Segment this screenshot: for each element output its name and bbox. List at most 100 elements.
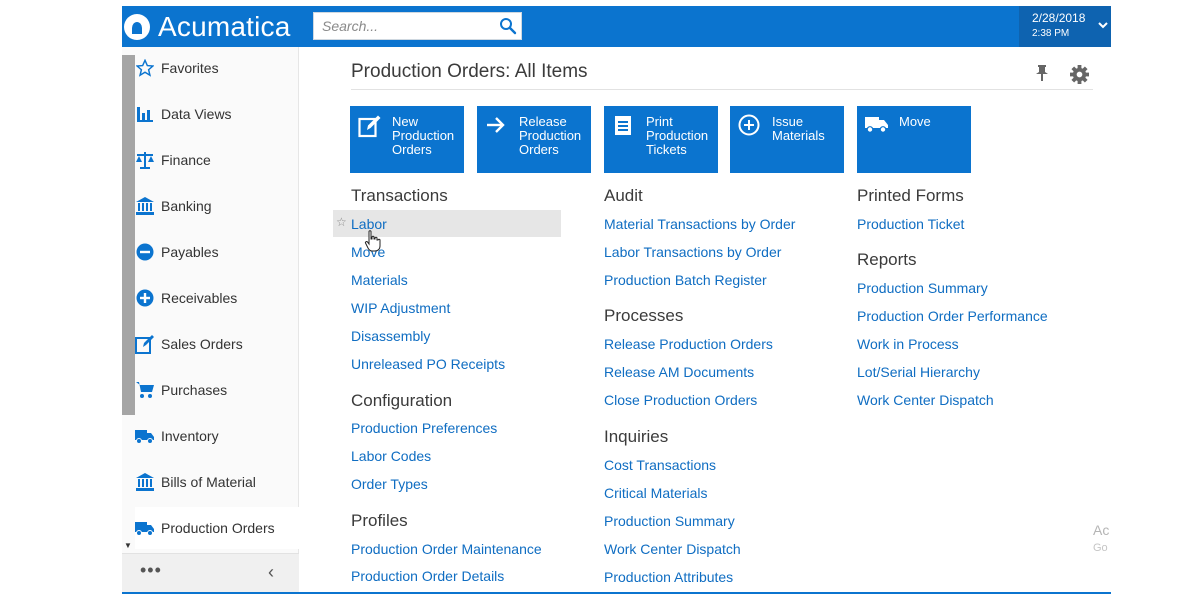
star-icon[interactable]: ☆ xyxy=(336,215,347,229)
section-title-inquiries: Inquiries xyxy=(604,427,669,446)
gear-icon[interactable] xyxy=(1070,65,1089,84)
tile-label: New Production Orders xyxy=(392,114,455,157)
sidebar-item-label: Purchases xyxy=(161,382,228,398)
link-wip-adjustment[interactable]: WIP Adjustment xyxy=(351,300,450,316)
scales-icon xyxy=(135,150,155,170)
scroll-down-arrow-icon[interactable]: ▼ xyxy=(124,541,132,550)
bottom-border xyxy=(122,592,1111,594)
link-production-batch-register[interactable]: Production Batch Register xyxy=(604,272,767,288)
cart-icon xyxy=(135,380,155,400)
plus-circle-icon xyxy=(135,288,155,308)
tile-move[interactable]: Move xyxy=(857,106,971,173)
section-title-audit: Audit xyxy=(604,186,643,205)
link-release-am-documents[interactable]: Release AM Documents xyxy=(604,364,754,380)
arrow-right-icon xyxy=(487,117,505,133)
page-title: Production Orders: All Items xyxy=(351,61,588,82)
link-production-preferences[interactable]: Production Preferences xyxy=(351,420,497,436)
link-production-order-maintenance[interactable]: Production Order Maintenance xyxy=(351,541,542,557)
link-work-in-process[interactable]: Work in Process xyxy=(857,336,959,352)
hand-cursor-icon xyxy=(364,230,381,252)
top-bar: Acumatica 2/28/2018 2:38 PM xyxy=(122,6,1111,47)
sidebar-item-label: Sales Orders xyxy=(161,336,243,352)
truck-icon xyxy=(865,117,888,133)
edit-icon xyxy=(135,334,155,354)
section-title-reports: Reports xyxy=(857,250,917,269)
sidebar-item-production-orders[interactable]: Production Orders xyxy=(135,507,299,549)
link-cost-transactions[interactable]: Cost Transactions xyxy=(604,457,716,473)
link-production-ticket[interactable]: Production Ticket xyxy=(857,216,964,232)
link-work-center-dispatch[interactable]: Work Center Dispatch xyxy=(604,541,741,557)
link-release-production-orders[interactable]: Release Production Orders xyxy=(604,336,773,352)
truck-icon xyxy=(135,518,155,538)
search-box xyxy=(313,12,522,40)
sidebar-scrollbar[interactable] xyxy=(122,55,135,415)
sidebar-item-banking[interactable]: Banking xyxy=(135,185,299,227)
link-disassembly[interactable]: Disassembly xyxy=(351,328,430,344)
sidebar-item-receivables[interactable]: Receivables xyxy=(135,277,299,319)
sidebar-item-finance[interactable]: Finance xyxy=(135,139,299,181)
link-close-production-orders[interactable]: Close Production Orders xyxy=(604,392,757,408)
link-production-summary[interactable]: Production Summary xyxy=(604,513,735,529)
sidebar-item-bills-of-material[interactable]: Bills of Material xyxy=(135,461,299,503)
tile-label: Move xyxy=(899,114,931,129)
sidebar-item-label: Receivables xyxy=(161,290,238,306)
more-icon[interactable]: ••• xyxy=(140,560,162,581)
tile-label: Print Production Tickets xyxy=(646,114,709,157)
link-production-order-performance[interactable]: Production Order Performance xyxy=(857,308,1048,324)
link-labor-codes[interactable]: Labor Codes xyxy=(351,448,431,464)
app-logo[interactable]: Acumatica xyxy=(122,6,291,47)
sidebar-item-purchases[interactable]: Purchases xyxy=(135,369,299,411)
document-icon xyxy=(615,116,631,135)
sidebar-item-label: Bills of Material xyxy=(161,474,256,490)
section-title-profiles: Profiles xyxy=(351,511,408,530)
sidebar-item-label: Inventory xyxy=(161,428,219,444)
link-unreleased-po-receipts[interactable]: Unreleased PO Receipts xyxy=(351,356,505,372)
section-title-processes: Processes xyxy=(604,306,684,325)
section-title-transactions: Transactions xyxy=(351,186,448,205)
sidebar-item-data-views[interactable]: Data Views xyxy=(135,93,299,135)
search-icon[interactable] xyxy=(499,17,517,35)
sidebar-item-sales-orders[interactable]: Sales Orders xyxy=(135,323,299,365)
tile-release-production-orders[interactable]: Release Production Orders xyxy=(477,106,591,173)
tile-label: Issue Materials xyxy=(772,114,825,143)
link-report-work-center-dispatch[interactable]: Work Center Dispatch xyxy=(857,392,994,408)
tile-issue-materials[interactable]: Issue Materials xyxy=(730,106,844,173)
collapse-sidebar-icon[interactable]: ‹ xyxy=(268,562,274,583)
edit-icon xyxy=(358,115,381,138)
business-date[interactable]: 2/28/2018 2:38 PM xyxy=(1019,6,1111,47)
sidebar-item-payables[interactable]: Payables xyxy=(135,231,299,273)
tile-print-production-tickets[interactable]: Print Production Tickets xyxy=(604,106,718,173)
search-input[interactable] xyxy=(320,17,500,35)
sidebar-item-label: Banking xyxy=(161,198,212,214)
sidebar-item-favorites[interactable]: Favorites xyxy=(135,47,299,89)
minus-circle-icon xyxy=(135,242,155,262)
link-materials[interactable]: Materials xyxy=(351,272,408,288)
link-material-transactions-by-order[interactable]: Material Transactions by Order xyxy=(604,216,795,232)
link-labor-transactions-by-order[interactable]: Labor Transactions by Order xyxy=(604,244,781,260)
acumatica-logo-icon xyxy=(124,13,150,40)
current-time: 2:38 PM xyxy=(1032,28,1070,39)
title-divider xyxy=(351,89,1093,90)
link-order-types[interactable]: Order Types xyxy=(351,476,428,492)
sidebar-footer: ••• ‹ xyxy=(122,553,299,594)
current-date: 2/28/2018 xyxy=(1032,11,1086,25)
tile-new-production-orders[interactable]: New Production Orders xyxy=(350,106,464,173)
activation-watermark-title: Ac xyxy=(1093,522,1110,538)
star-icon xyxy=(135,58,155,78)
sidebar-item-label: Favorites xyxy=(161,60,219,76)
sidebar-item-label: Production Orders xyxy=(161,520,275,536)
sidebar-item-label: Payables xyxy=(161,244,219,260)
plus-circle-icon xyxy=(738,114,760,136)
link-lot-serial-hierarchy[interactable]: Lot/Serial Hierarchy xyxy=(857,364,980,380)
bank-icon xyxy=(135,196,155,216)
chevron-down-icon[interactable] xyxy=(1097,20,1109,30)
link-report-production-summary[interactable]: Production Summary xyxy=(857,280,988,296)
sidebar-item-inventory[interactable]: Inventory xyxy=(135,415,299,457)
truck-icon xyxy=(135,426,155,446)
activation-watermark-subtitle: Go xyxy=(1093,542,1108,554)
tile-label: Release Production Orders xyxy=(519,114,582,157)
link-production-attributes[interactable]: Production Attributes xyxy=(604,569,733,585)
pin-icon[interactable] xyxy=(1034,64,1050,82)
link-critical-materials[interactable]: Critical Materials xyxy=(604,485,707,501)
link-production-order-details[interactable]: Production Order Details xyxy=(351,568,504,584)
